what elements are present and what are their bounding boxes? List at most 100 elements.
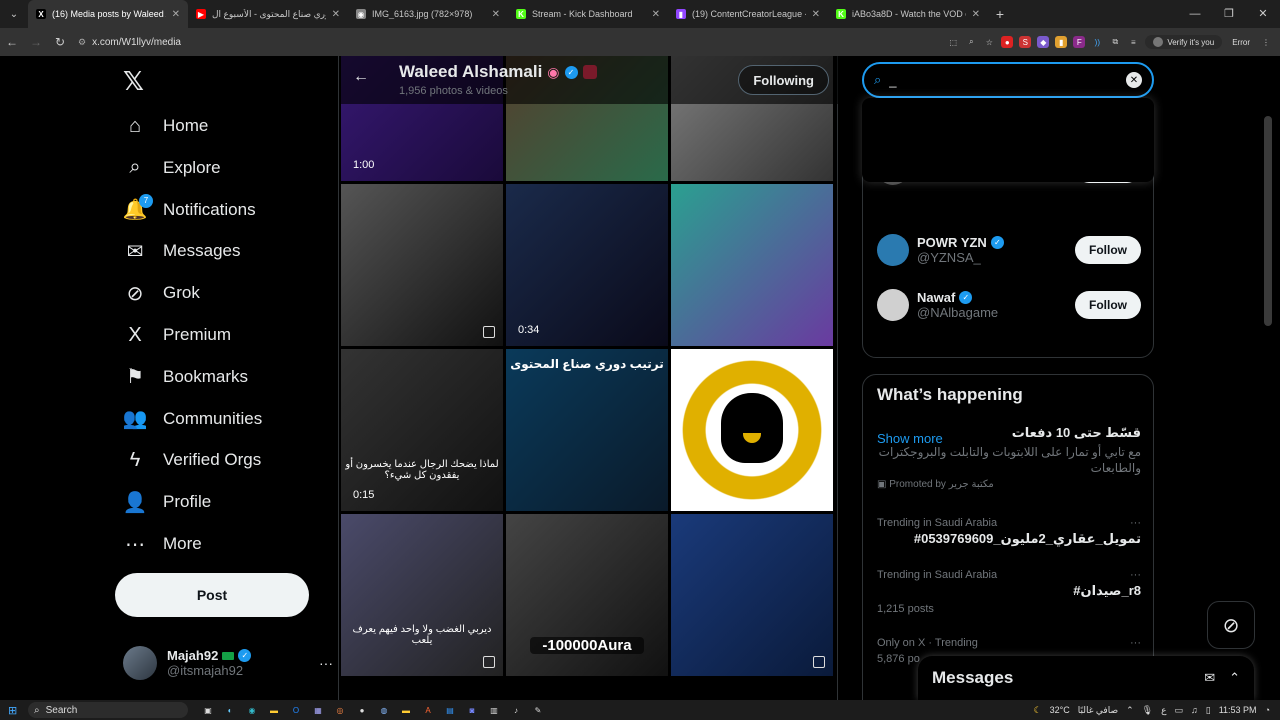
follow-suggestion[interactable]: Nawaf ✓ @NAlbagame Follow xyxy=(877,285,1141,325)
trend-item[interactable]: Trending in Saudi Arabia ··· #صيدان_r8 1,… xyxy=(877,569,1141,615)
tab-close-icon[interactable]: ✕ xyxy=(172,9,180,20)
media-thumbnail[interactable] xyxy=(341,184,503,346)
media-thumbnail[interactable]: 0:34 xyxy=(506,184,668,346)
media-thumbnail[interactable]: 0:15 لماذا يضحك الرجال عندما يخسرون أو يف… xyxy=(341,349,503,511)
tray-chevron-icon[interactable]: ⌃ xyxy=(1126,705,1134,716)
grok-floating-button[interactable]: ⊘ xyxy=(1207,601,1255,649)
tab-close-icon[interactable]: ✕ xyxy=(492,9,500,20)
battery-icon[interactable]: ▯ xyxy=(1206,705,1211,716)
nav-notifications[interactable]: 🔔 7 Notifications xyxy=(123,190,256,230)
url-field[interactable]: ⚙ x.com/W1llyv/media xyxy=(78,31,947,53)
browser-tab-1[interactable]: ▶ دوري صناع المحتوى - الأسبوع ال... ✕ xyxy=(188,0,348,28)
obs-icon[interactable]: ● xyxy=(356,704,368,716)
minimize-button[interactable]: — xyxy=(1178,0,1212,28)
network-icon[interactable]: ▭ xyxy=(1174,705,1183,716)
extension-red-icon[interactable]: ● xyxy=(1001,36,1014,48)
media-thumbnail[interactable] xyxy=(671,349,833,511)
post-button[interactable]: Post xyxy=(115,573,309,617)
back-arrow-icon[interactable]: ← xyxy=(353,68,369,86)
follow-button[interactable]: Follow xyxy=(1075,236,1141,264)
search-input[interactable] xyxy=(889,72,1118,88)
page-scrollbar[interactable] xyxy=(1264,116,1272,326)
reload-button[interactable]: ↻ xyxy=(48,35,72,49)
notifications-tray-icon[interactable]: ◔ xyxy=(1265,705,1270,715)
messages-drawer[interactable]: Messages ✉ ⌃ xyxy=(918,656,1254,700)
clear-search-icon[interactable]: ✕ xyxy=(1126,72,1142,88)
trend-more-icon[interactable]: ··· xyxy=(1130,517,1141,529)
bookmark-star-icon[interactable]: ☆ xyxy=(983,36,995,48)
account-switcher[interactable]: Majah92 ✓ @itsmajah92 ··· xyxy=(123,643,333,683)
browser-tab-0[interactable]: X (16) Media posts by Waleed Al... ✕ xyxy=(28,0,188,28)
nav-messages[interactable]: ✉ Messages xyxy=(123,231,241,271)
tab-close-icon[interactable]: ✕ xyxy=(812,9,820,20)
task-view-icon[interactable]: ▣ xyxy=(202,704,214,716)
nav-more[interactable]: ⋯ More xyxy=(123,524,202,564)
x-logo-icon[interactable]: 𝕏 xyxy=(123,66,144,97)
browser-menu-icon[interactable]: ⋮ xyxy=(1260,36,1272,48)
extension-f-icon[interactable]: F xyxy=(1073,36,1086,48)
extension-bottle-icon[interactable]: ▮ xyxy=(1055,36,1068,48)
browser-tab-5[interactable]: K iABo3a8D - Watch the VOD on... ✕ xyxy=(828,0,988,28)
extensions-puzzle-icon[interactable]: ⧉ xyxy=(1109,36,1121,48)
microphone-icon[interactable]: 🎙 xyxy=(1142,705,1153,716)
follow-suggestion[interactable]: POWR YZN ✓ @YZNSA_ Follow xyxy=(877,230,1141,270)
back-button[interactable]: ← xyxy=(0,35,24,49)
trend-item[interactable]: Trending in Saudi Arabia ··· #تمويل_عقاري… xyxy=(877,517,1141,551)
browser-tab-3[interactable]: K Stream - Kick Dashboard ✕ xyxy=(508,0,668,28)
nav-grok[interactable]: ⊘ Grok xyxy=(123,273,200,313)
tiktok-icon[interactable]: ♪ xyxy=(510,704,522,716)
maximize-button[interactable]: ❐ xyxy=(1212,0,1246,28)
media-thumbnail[interactable]: ديربي الغضب ولا واحد فيهم يعرف يلعب xyxy=(341,514,503,676)
close-window-button[interactable]: ✕ xyxy=(1246,0,1280,28)
media-thumbnail[interactable]: -100000Aura xyxy=(506,514,668,676)
file-explorer-icon[interactable]: ▬ xyxy=(268,704,280,716)
account-more-icon[interactable]: ··· xyxy=(319,655,333,671)
language-indicator[interactable]: ع xyxy=(1161,705,1166,716)
outlook-icon[interactable]: O xyxy=(290,704,302,716)
store-icon[interactable]: ▦ xyxy=(312,704,324,716)
site-info-icon[interactable]: ⚙ xyxy=(78,37,86,48)
extension-wave-icon[interactable]: )) xyxy=(1091,36,1103,48)
chrome-icon[interactable]: ◎ xyxy=(334,704,346,716)
media-thumbnail[interactable] xyxy=(671,184,833,346)
tab-search-button[interactable]: ⌄ xyxy=(0,9,28,20)
nav-profile[interactable]: 👤 Profile xyxy=(123,482,212,522)
nav-verified-orgs[interactable]: ϟ Verified Orgs xyxy=(123,440,262,480)
media-thumbnail[interactable]: ترتيب دوري صناع المحتوى xyxy=(506,349,668,511)
trend-more-icon[interactable]: ··· xyxy=(1130,569,1141,581)
zoom-icon[interactable]: ⌕ xyxy=(965,36,977,48)
nav-communities[interactable]: 👥 Communities xyxy=(123,399,263,439)
tab-close-icon[interactable]: ✕ xyxy=(972,9,980,20)
steam-icon[interactable]: ◍ xyxy=(378,704,390,716)
error-button[interactable]: Error xyxy=(1228,38,1254,47)
app-red-icon[interactable]: A xyxy=(422,704,434,716)
expand-drawer-icon[interactable]: ⌃ xyxy=(1229,670,1240,686)
browser-tab-4[interactable]: ▮ (19) ContentCreatorLeague - Tw... ✕ xyxy=(668,0,828,28)
nav-bookmarks[interactable]: ⚑ Bookmarks xyxy=(123,357,248,397)
app-blue-icon[interactable]: ▤ xyxy=(444,704,456,716)
taskbar-search[interactable]: ⌕ Search xyxy=(28,702,188,718)
reading-list-icon[interactable]: ≡ xyxy=(1127,36,1139,48)
search-box[interactable]: ⌕ ✕ xyxy=(862,62,1154,98)
app-gray-icon[interactable]: ▥ xyxy=(488,704,500,716)
promoted-trend[interactable]: قسّط حتى 10 دفعات مع تابي أو تمارا على ا… xyxy=(877,425,1141,490)
profile-verify-button[interactable]: Verify it's you xyxy=(1145,35,1223,49)
tab-close-icon[interactable]: ✕ xyxy=(332,9,340,20)
folder-icon[interactable]: ▬ xyxy=(400,704,412,716)
discord-icon[interactable]: ◙ xyxy=(466,704,478,716)
app-feather-icon[interactable]: ✎ xyxy=(532,704,544,716)
install-icon[interactable]: ⬚ xyxy=(947,36,959,48)
nav-premium[interactable]: X Premium xyxy=(123,315,231,355)
follow-button[interactable]: Follow xyxy=(1075,291,1141,319)
following-button[interactable]: Following xyxy=(738,65,829,95)
browser-tab-2[interactable]: ◉ IMG_6163.jpg (782×978) ✕ xyxy=(348,0,508,28)
volume-icon[interactable]: ♫ xyxy=(1191,705,1198,715)
new-tab-button[interactable]: + xyxy=(988,6,1012,22)
nav-home[interactable]: ⌂ Home xyxy=(123,106,208,146)
nav-explore[interactable]: ⌕ Explore xyxy=(123,148,220,188)
clock[interactable]: 11:53 PM xyxy=(1219,705,1257,715)
forward-button[interactable]: → xyxy=(24,35,48,49)
trend-more-icon[interactable]: ··· xyxy=(1130,637,1141,649)
copilot-icon[interactable]: ◐ xyxy=(224,704,236,716)
new-message-icon[interactable]: ✉ xyxy=(1204,670,1215,686)
